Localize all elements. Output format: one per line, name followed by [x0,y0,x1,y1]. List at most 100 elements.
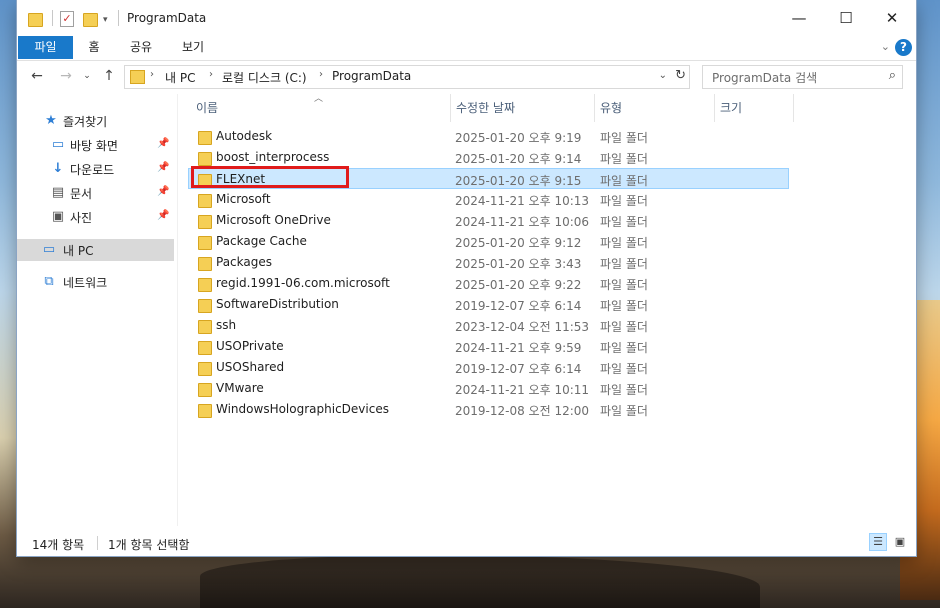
refresh-icon[interactable]: ↻ [675,68,686,83]
file-date: 2019-12-07 오후 6:14 [455,299,582,313]
table-row[interactable]: USOShared 2019-12-07 오후 6:14 파일 폴더 [189,357,790,378]
nav-item-downloads[interactable]: ↓ 다운로드 📌 [17,158,174,180]
file-date: 2019-12-08 오전 12:00 [455,404,590,418]
chevron-right-icon[interactable]: › [150,69,154,80]
file-date: 2024-11-21 오후 10:06 [455,215,590,229]
nav-item-documents[interactable]: ▤ 문서 📌 [17,182,174,204]
file-type: 파일 폴더 [600,362,648,376]
folder-icon [198,383,212,397]
table-row[interactable]: Microsoft OneDrive 2024-11-21 오후 10:06 파일 … [189,210,790,231]
pin-icon: 📌 [157,162,170,173]
folder-icon [130,70,145,84]
file-date: 2025-01-20 오후 9:19 [455,131,582,145]
table-row[interactable]: ssh 2023-12-04 오전 11:53 파일 폴더 [189,315,790,336]
table-row[interactable]: USOPrivate 2024-11-21 오후 9:59 파일 폴더 [189,336,790,357]
chevron-right-icon[interactable]: › [209,69,213,80]
table-row[interactable]: SoftwareDistribution 2019-12-07 오후 6:14 파일… [189,294,790,315]
properties-icon[interactable]: ✓ [60,11,74,27]
file-type: 파일 폴더 [600,215,648,229]
expand-ribbon-icon[interactable]: ⌄ [881,40,890,53]
pin-icon: 📌 [157,186,170,197]
nav-item-quick-access[interactable]: ★ 즐겨찾기 [17,110,174,132]
tab-home[interactable]: 홈 [79,36,109,59]
address-bar[interactable]: › 내 PC › 로컬 디스크 (C:) › ProgramData ⌄ ↻ [124,65,690,89]
column-header-name[interactable]: 이름 [196,99,218,121]
help-icon[interactable]: ? [895,39,912,56]
title-divider [118,10,119,26]
back-button[interactable]: ← [28,67,46,85]
tab-view[interactable]: 보기 [175,36,211,59]
nav-item-pictures[interactable]: ▣ 사진 📌 [17,206,174,228]
file-type: 파일 폴더 [600,383,648,397]
file-date: 2025-01-20 오후 9:15 [455,174,582,188]
file-name: Microsoft [216,192,271,206]
forward-button[interactable]: → [57,67,75,85]
window-title: ProgramData [127,11,207,25]
file-date: 2024-11-21 오후 10:13 [455,194,590,208]
status-bar: 14개 항목 1개 항목 선택함 ☰ ▣ [17,526,916,556]
nav-item-label: 네트워크 [63,276,108,290]
tab-share[interactable]: 공유 [123,36,159,59]
pictures-icon: ▣ [51,209,65,224]
table-row[interactable]: Package Cache 2025-01-20 오후 9:12 파일 폴더 [189,231,790,252]
folder-icon [198,299,212,313]
file-name: regid.1991-06.com.microsoft [216,276,390,290]
breadcrumb-programdata[interactable]: ProgramData [332,69,411,83]
folder-icon [198,174,212,188]
minimize-button[interactable]: — [776,0,822,36]
column-divider[interactable] [450,94,451,122]
close-button[interactable]: ✕ [869,0,915,36]
file-name: USOPrivate [216,339,284,353]
table-row[interactable]: regid.1991-06.com.microsoft 2025-01-20 오후… [189,273,790,294]
column-divider[interactable] [714,94,715,122]
folder-icon [198,341,212,355]
large-icons-view-button[interactable]: ▣ [891,533,909,551]
nav-item-this-pc[interactable]: ▭ 내 PC [17,239,174,261]
star-icon: ★ [45,113,57,128]
column-divider[interactable] [594,94,595,122]
up-button[interactable]: ↑ [100,67,118,85]
file-date: 2025-01-20 오후 9:22 [455,278,582,292]
file-name: SoftwareDistribution [216,297,339,311]
nav-item-desktop[interactable]: ▭ 바탕 화면 📌 [17,134,174,156]
navigation-pane: ★ 즐겨찾기 ▭ 바탕 화면 📌 ↓ 다운로드 📌 ▤ 문서 📌 ▣ 사진 📌 … [17,94,177,526]
file-date: 2019-12-07 오후 6:14 [455,362,582,376]
search-input[interactable]: ProgramData 검색 ⌕ [702,65,903,89]
nav-item-network[interactable]: ⧉ 네트워크 [17,271,174,293]
file-type: 파일 폴더 [600,320,648,334]
table-row[interactable]: Autodesk 2025-01-20 오후 9:19 파일 폴더 [189,126,790,147]
details-view-button[interactable]: ☰ [869,533,887,551]
table-row[interactable]: Microsoft 2024-11-21 오후 10:13 파일 폴더 [189,189,790,210]
file-type: 파일 폴더 [600,236,648,250]
recent-locations-icon[interactable]: ⌄ [78,67,96,85]
file-date: 2024-11-21 오후 9:59 [455,341,582,355]
column-header-size[interactable]: 크기 [720,99,742,121]
quick-access-divider [52,10,53,26]
file-name: Package Cache [216,234,307,248]
folder-icon [198,236,212,250]
item-count: 14개 항목 [32,538,85,552]
table-row[interactable]: WindowsHolographicDevices 2019-12-08 오전 1… [189,399,790,420]
breadcrumb-local-disk[interactable]: 로컬 디스크 (C:) [222,69,307,86]
maximize-button[interactable]: ☐ [823,0,869,36]
status-divider [97,536,98,550]
nav-item-label: 바탕 화면 [70,139,118,153]
table-row[interactable]: boost_interprocess 2025-01-20 오후 9:14 파일 폴… [189,147,790,168]
chevron-right-icon[interactable]: › [319,69,323,80]
tab-file[interactable]: 파일 [18,36,73,59]
customize-toolbar-icon[interactable]: ▾ [103,15,119,31]
search-icon[interactable]: ⌕ [889,68,896,83]
table-row[interactable]: Packages 2025-01-20 오후 3:43 파일 폴더 [189,252,790,273]
breadcrumb-this-pc[interactable]: 내 PC [165,69,195,86]
file-name: USOShared [216,360,285,374]
new-folder-icon[interactable] [83,13,98,27]
document-icon: ▤ [51,185,65,200]
column-header-date[interactable]: 수정한 날짜 [456,99,515,121]
file-name: FLEXnet [216,172,266,186]
address-history-icon[interactable]: ⌄ [659,70,667,81]
column-header-type[interactable]: 유형 [600,99,622,121]
table-row[interactable]: FLEXnet 2025-01-20 오후 9:15 파일 폴더 [188,168,789,189]
column-divider[interactable] [793,94,794,122]
pin-icon: 📌 [157,138,170,149]
table-row[interactable]: VMware 2024-11-21 오후 10:11 파일 폴더 [189,378,790,399]
